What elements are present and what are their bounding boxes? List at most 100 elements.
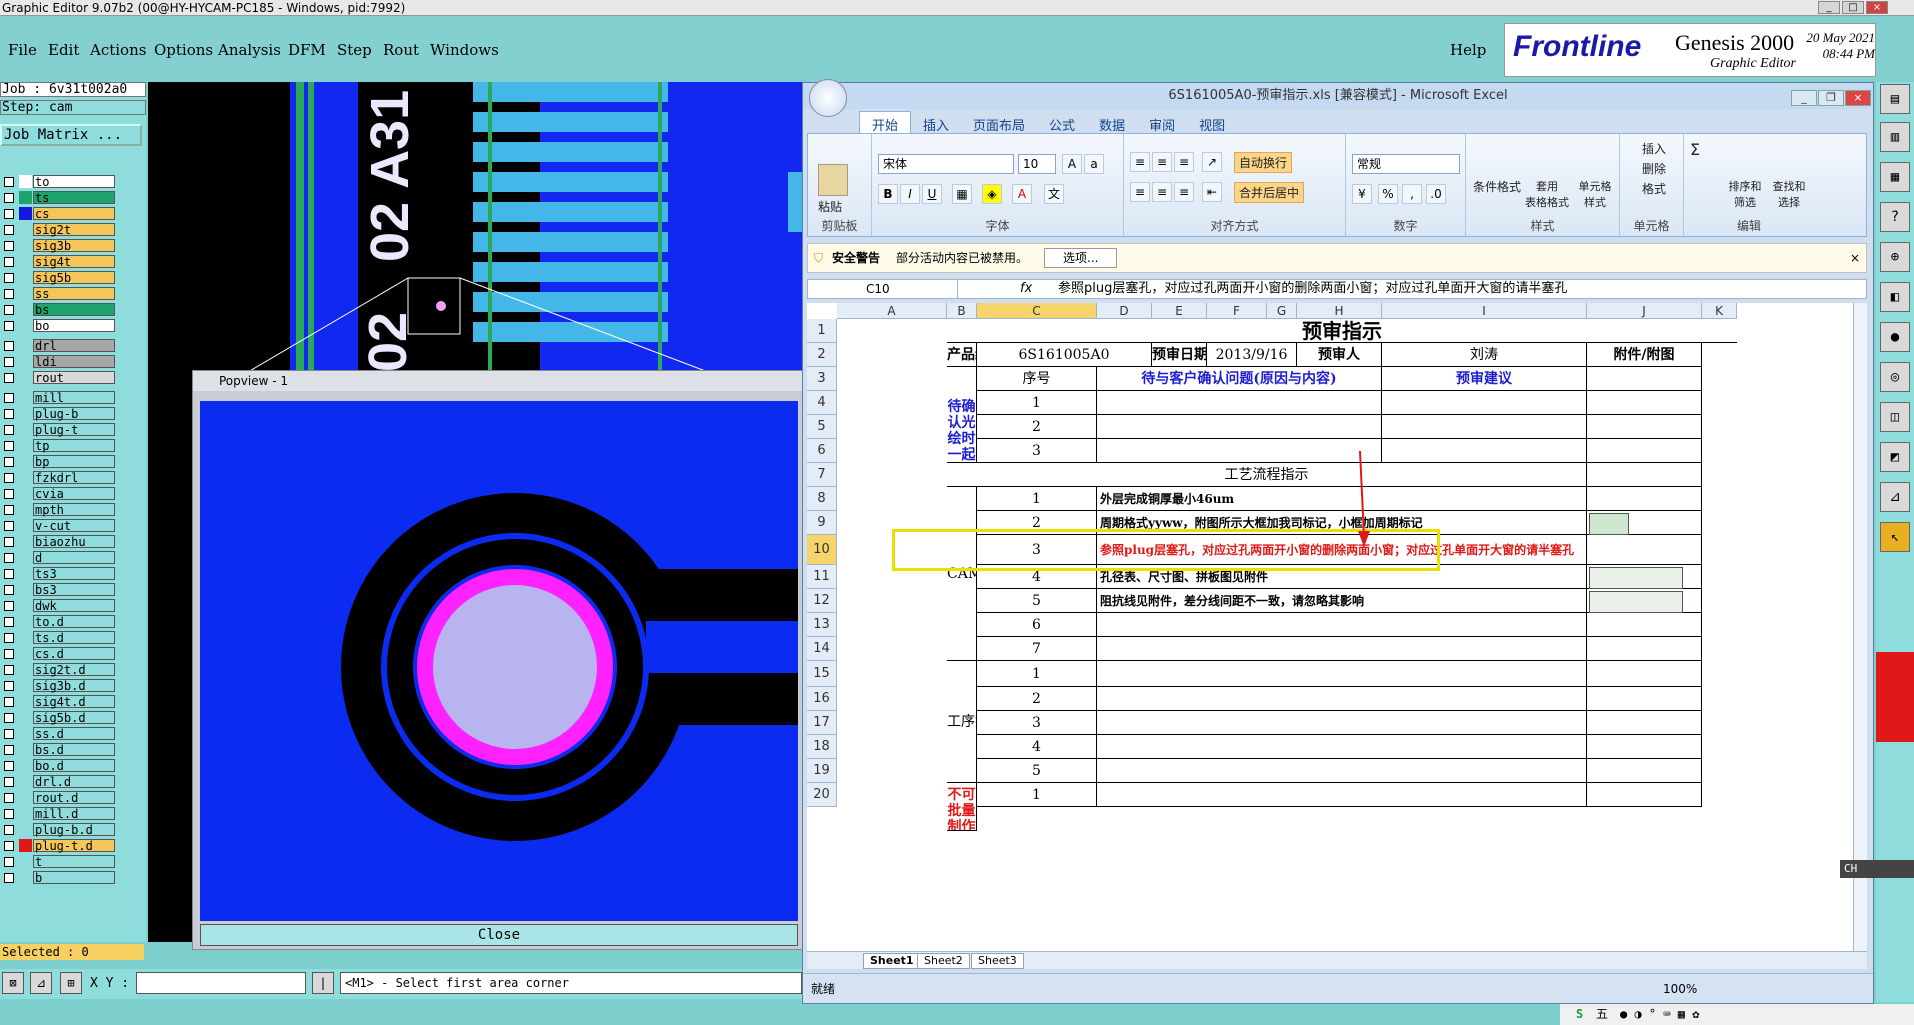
layer-row[interactable]: bo	[0, 318, 118, 333]
xy-input[interactable]	[136, 972, 306, 994]
seq-number[interactable]: 5	[977, 589, 1097, 613]
layer-checkbox[interactable]	[4, 649, 14, 659]
layer-row[interactable]: t	[0, 854, 118, 869]
row-header[interactable]: 2	[807, 343, 837, 367]
layer-row[interactable]: ts3	[0, 566, 118, 581]
layer-checkbox[interactable]	[4, 457, 14, 467]
layer-name[interactable]: t	[33, 855, 115, 868]
layer-row[interactable]: bs3	[0, 582, 118, 597]
seq-number[interactable]: 3	[977, 711, 1097, 735]
font-size-select[interactable]: 10	[1018, 154, 1056, 174]
maximize-button[interactable]: □	[1842, 1, 1864, 14]
column-header[interactable]: D	[1097, 303, 1152, 319]
layer-name[interactable]: sig3b.d	[33, 679, 115, 692]
layer-checkbox[interactable]	[4, 193, 14, 203]
layer-row[interactable]: rout	[0, 370, 118, 385]
autosum-icon[interactable]: Σ	[1690, 140, 1700, 159]
layer-checkbox[interactable]	[4, 473, 14, 483]
column-header[interactable]: C	[977, 303, 1097, 319]
menu-help[interactable]: Help	[1450, 41, 1486, 59]
layer-row[interactable]: ss.d	[0, 726, 118, 741]
row-header[interactable]: 10	[807, 535, 837, 565]
cam-item[interactable]	[1097, 637, 1587, 661]
layer-checkbox[interactable]	[4, 857, 14, 867]
layer-checkbox[interactable]	[4, 537, 14, 547]
issue-label[interactable]: 待与客户确认问题(原因与内容)	[1097, 367, 1382, 391]
layer-name[interactable]: b	[33, 871, 115, 884]
attachment-label[interactable]: 附件/附图	[1587, 343, 1702, 367]
cam-label[interactable]: CAM指示	[947, 487, 977, 661]
layer-row[interactable]: sig3b	[0, 238, 118, 253]
sheet-tab-3[interactable]: Sheet3	[971, 953, 1024, 969]
menu-actions[interactable]: Actions	[90, 41, 146, 59]
layer-checkbox[interactable]	[4, 745, 14, 755]
excel-minimize-button[interactable]: _	[1791, 90, 1817, 106]
row-header[interactable]: 19	[807, 759, 837, 783]
tool-icon-8[interactable]: ◎	[1880, 362, 1910, 392]
layer-row[interactable]: tp	[0, 438, 118, 453]
attachment-cell[interactable]	[1587, 367, 1702, 391]
product-no-label[interactable]: 产品编号	[947, 343, 977, 367]
tool-icon-9[interactable]: ◫	[1880, 402, 1910, 432]
layer-checkbox[interactable]	[4, 729, 14, 739]
layer-checkbox[interactable]	[4, 425, 14, 435]
attachment-thumbnail[interactable]	[1589, 513, 1629, 535]
layer-checkbox[interactable]	[4, 409, 14, 419]
orientation-icon[interactable]: ↗	[1202, 152, 1222, 172]
layer-row[interactable]: to.d	[0, 614, 118, 629]
layer-checkbox[interactable]	[4, 873, 14, 883]
tool-icon-10[interactable]: ◩	[1880, 442, 1910, 472]
attachment-cell[interactable]	[1587, 535, 1702, 565]
layer-checkbox[interactable]	[4, 209, 14, 219]
align-right-icon[interactable]: ≡	[1174, 182, 1194, 202]
layer-name[interactable]: tp	[33, 439, 115, 452]
menu-dfm[interactable]: DFM	[288, 41, 326, 59]
reviewer-label[interactable]: 预审人	[1297, 343, 1382, 367]
layer-checkbox[interactable]	[4, 257, 14, 267]
font-name-select[interactable]: 宋体	[878, 154, 1014, 174]
minimize-button[interactable]: _	[1818, 1, 1840, 14]
layer-checkbox[interactable]	[4, 441, 14, 451]
layer-name[interactable]: bs.d	[33, 743, 115, 756]
hard-items-label[interactable]: 不可批量制作的难点项目	[947, 783, 977, 831]
suggestion-cell[interactable]	[1382, 415, 1587, 439]
cam-item[interactable]	[1097, 613, 1587, 637]
layer-name[interactable]: sig4t.d	[33, 695, 115, 708]
fill-color-icon[interactable]: ◈	[982, 184, 1002, 204]
vertical-scrollbar[interactable]	[1853, 303, 1867, 951]
layer-name[interactable]: sig2t.d	[33, 663, 115, 676]
pointer-icon[interactable]: ↖	[1880, 522, 1910, 552]
menu-options[interactable]: Options	[154, 41, 213, 59]
border-icon[interactable]: ▦	[952, 184, 972, 204]
conditional-format-button[interactable]: 条件格式	[1472, 178, 1522, 195]
sheet-tab-2[interactable]: Sheet2	[917, 953, 970, 969]
layer-row[interactable]: sig4t	[0, 254, 118, 269]
menu-rout[interactable]: Rout	[383, 41, 419, 59]
suggestion-cell[interactable]	[1382, 439, 1587, 463]
menu-step[interactable]: Step	[337, 41, 372, 59]
layer-name[interactable]: bs	[33, 303, 115, 316]
layer-name[interactable]: drl	[33, 339, 115, 352]
row-header[interactable]: 9	[807, 511, 837, 535]
security-close-icon[interactable]: ×	[1850, 244, 1860, 272]
row-header[interactable]: 17	[807, 711, 837, 735]
layer-row[interactable]: sig3b.d	[0, 678, 118, 693]
layer-row[interactable]: cs	[0, 206, 118, 221]
excel-close-icon[interactable]: ×	[1845, 90, 1871, 106]
process-cell[interactable]	[1097, 711, 1587, 735]
row-header[interactable]: 7	[807, 463, 837, 487]
security-options-button[interactable]: 选项...	[1044, 248, 1118, 268]
italic-icon[interactable]: I	[900, 184, 920, 204]
layer-row[interactable]: biaozhu	[0, 534, 118, 549]
layer-checkbox[interactable]	[4, 761, 14, 771]
layer-name[interactable]: bs3	[33, 583, 115, 596]
layer-name[interactable]: ss	[33, 287, 115, 300]
indent-icon[interactable]: ⇤	[1202, 182, 1222, 202]
paste-icon[interactable]	[818, 164, 848, 196]
layer-name[interactable]: sig3b	[33, 239, 115, 252]
layer-row[interactable]: drl.d	[0, 774, 118, 789]
row-header[interactable]: 8	[807, 487, 837, 511]
suggestion-label[interactable]: 预审建议	[1382, 367, 1587, 391]
attachment-cell[interactable]	[1587, 661, 1702, 687]
layer-name[interactable]: d	[33, 551, 115, 564]
